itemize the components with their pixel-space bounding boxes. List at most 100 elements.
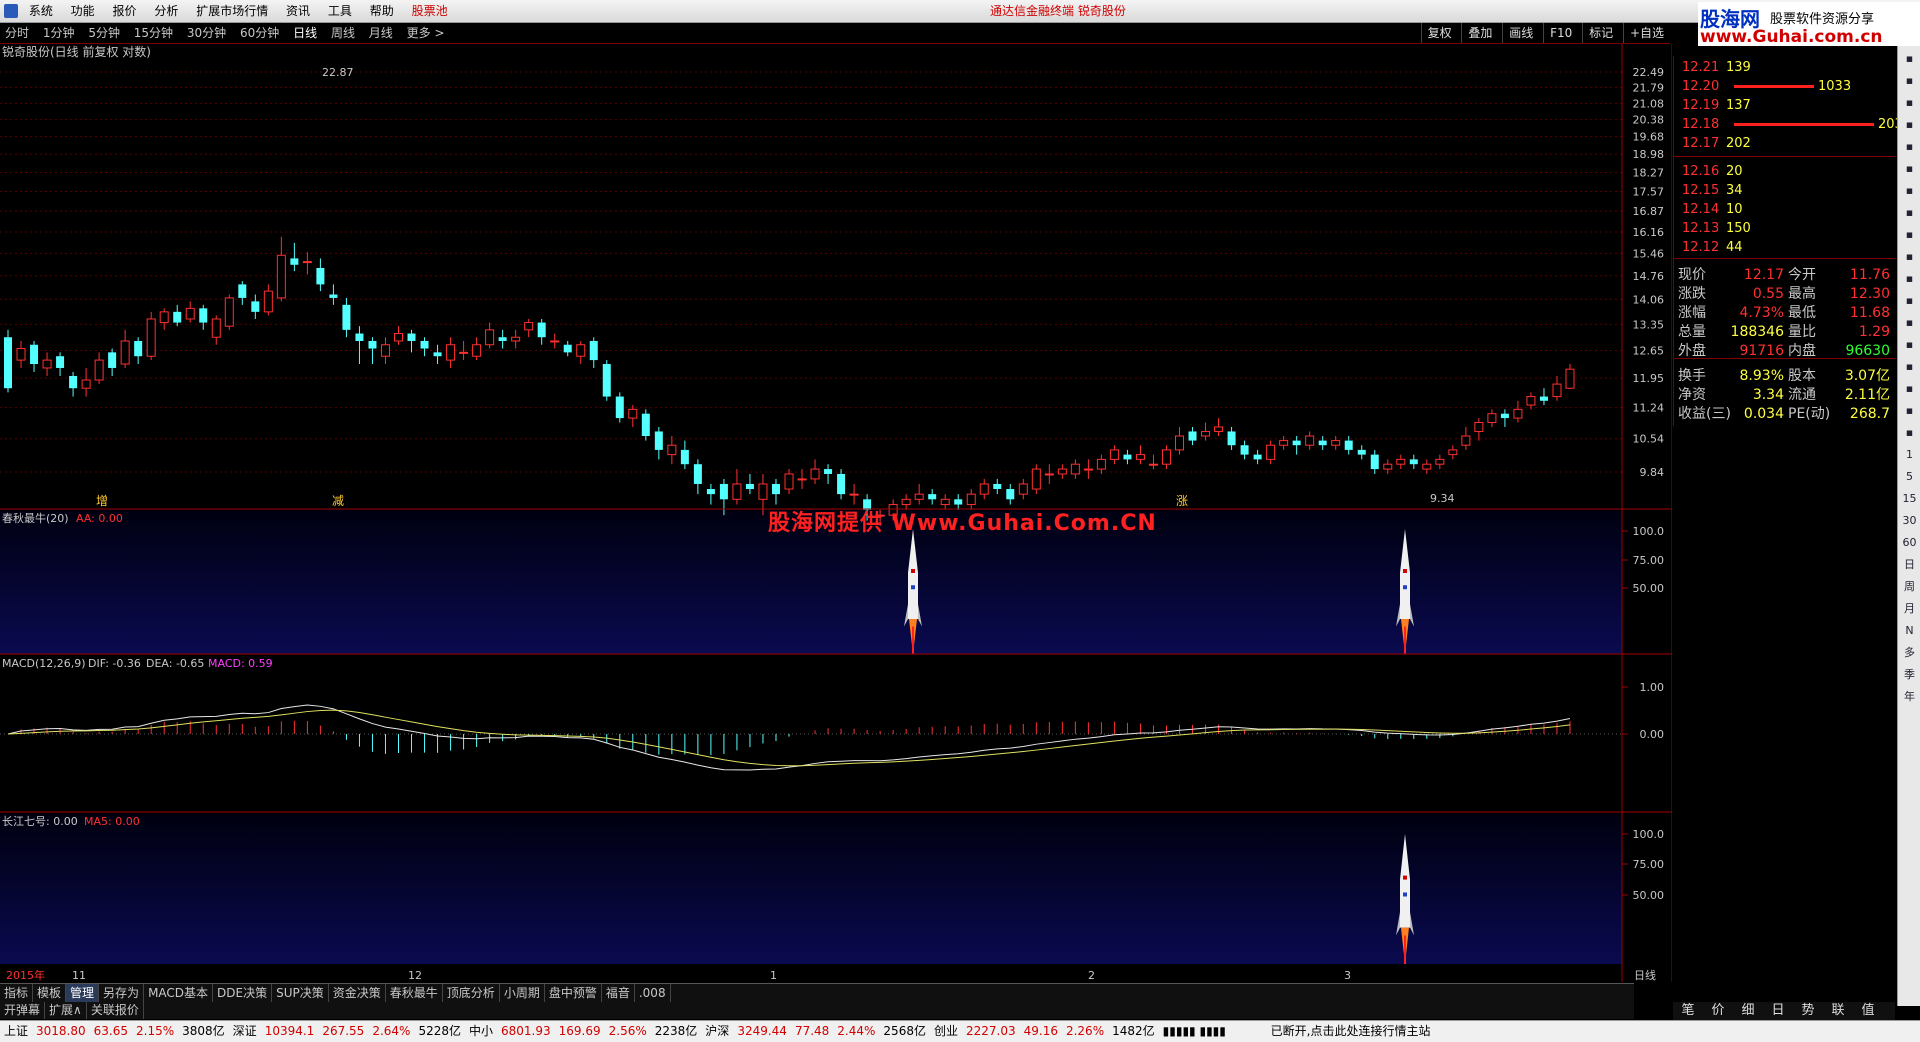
indicator-tick: 100.0: [1633, 525, 1665, 538]
indicator-tab[interactable]: 小周期: [500, 984, 545, 1002]
volume-icon[interactable]: ▪: [1900, 335, 1919, 354]
quote-tab[interactable]: 细: [1733, 1002, 1763, 1020]
extra-tab[interactable]: 开弹幕: [0, 1002, 46, 1019]
period-shortcut-button[interactable]: 多: [1900, 643, 1919, 662]
quote-tab[interactable]: 联: [1823, 1002, 1853, 1020]
period-shortcut-button[interactable]: 月: [1900, 599, 1919, 618]
draw-button[interactable]: 画线: [1502, 23, 1539, 43]
list-icon[interactable]: ▪: [1900, 115, 1919, 134]
indicator-tab[interactable]: SUP决策: [272, 984, 329, 1002]
period-1min[interactable]: 1分钟: [38, 23, 80, 43]
menu-item-news[interactable]: 资讯: [279, 0, 317, 22]
indicator-tab[interactable]: .008: [635, 984, 671, 1002]
menu-item-function[interactable]: 功能: [64, 0, 102, 22]
period-more[interactable]: 更多 >: [402, 23, 450, 43]
bid-volume: 150: [1726, 221, 1751, 236]
menu-item-tools[interactable]: 工具: [321, 0, 359, 22]
menu-item-help[interactable]: 帮助: [363, 0, 401, 22]
star-icon[interactable]: ▪: [1900, 313, 1919, 332]
grid-icon[interactable]: ▪: [1900, 137, 1919, 156]
indicator-tab[interactable]: 指标: [0, 984, 34, 1002]
stat-row: 涨跌 0.55 最高 12.30: [1674, 285, 1896, 304]
index-name[interactable]: 沪深: [701, 1021, 733, 1042]
period-shortcut-button[interactable]: 年: [1900, 687, 1919, 706]
bars-icon[interactable]: ▪: [1900, 181, 1919, 200]
stat-value: 4.73%: [1739, 305, 1784, 321]
stat-value: 3.34: [1752, 387, 1784, 403]
quote-tab[interactable]: 价: [1703, 1002, 1733, 1020]
period-shortcut-button[interactable]: 30: [1900, 511, 1919, 530]
period-shortcut-button[interactable]: 周: [1900, 577, 1919, 596]
period-30min[interactable]: 30分钟: [182, 23, 231, 43]
down-icon[interactable]: ▪: [1900, 93, 1919, 112]
indicator-tab[interactable]: 春秋最牛: [386, 984, 443, 1002]
divider: [1674, 156, 1896, 157]
stat-label: 净资: [1678, 387, 1706, 403]
period-15min[interactable]: 15分钟: [129, 23, 178, 43]
adjust-button[interactable]: 复权: [1420, 23, 1458, 43]
quote-tab[interactable]: 值: [1853, 1002, 1883, 1020]
index-name[interactable]: 中小: [465, 1021, 497, 1042]
back-icon[interactable]: ▪: [1900, 49, 1919, 68]
extra-tab[interactable]: 扩展∧: [45, 1002, 87, 1019]
period-shortcut-button[interactable]: N: [1900, 621, 1919, 640]
indicator-tab[interactable]: 资金决策: [329, 984, 386, 1002]
table-icon[interactable]: ▪: [1900, 203, 1919, 222]
x-tick: 1: [770, 969, 777, 982]
indicator-tab[interactable]: 管理: [66, 984, 100, 1002]
period-5min[interactable]: 5分钟: [83, 23, 125, 43]
add-watchlist-button[interactable]: +自选: [1622, 23, 1670, 43]
pen-icon[interactable]: ▪: [1900, 423, 1919, 442]
f10-button[interactable]: F10: [1543, 23, 1578, 43]
period-shortcut-button[interactable]: 日: [1900, 555, 1919, 574]
move-icon[interactable]: ▪: [1900, 401, 1919, 420]
menu-item-ext-market[interactable]: 扩展市场行情: [189, 0, 275, 22]
search-icon[interactable]: ▪: [1900, 291, 1919, 310]
period-intraday[interactable]: 分时: [0, 23, 34, 43]
menu-item-system[interactable]: 系统: [22, 0, 60, 22]
extra-tab[interactable]: 关联报价: [87, 1002, 144, 1019]
f10-icon[interactable]: ▪: [1900, 269, 1919, 288]
indicator-tab[interactable]: MACD基本: [144, 984, 214, 1002]
indicator-tab[interactable]: 福音: [602, 984, 635, 1002]
stat-row: 外盘 91716 内盘 96630: [1674, 342, 1896, 361]
index-name[interactable]: 上证: [0, 1021, 32, 1042]
period-daily[interactable]: 日线: [288, 23, 322, 43]
indicator-tab[interactable]: 模板: [33, 984, 67, 1002]
overlay-button[interactable]: 叠加: [1461, 23, 1498, 43]
quote-tab[interactable]: 日: [1763, 1002, 1793, 1020]
stat-value: 0.55: [1752, 286, 1784, 302]
menu-item-analysis[interactable]: 分析: [147, 0, 185, 22]
connection-status[interactable]: 已断开,点击此处连接行情主站: [1267, 1021, 1435, 1042]
period-shortcut-button[interactable]: 15: [1900, 489, 1919, 508]
period-weekly[interactable]: 周线: [326, 23, 360, 43]
forward-icon[interactable]: ▪: [1900, 71, 1919, 90]
panel3-bg: [0, 814, 1622, 964]
indicator-tab[interactable]: 盘中预警: [545, 984, 602, 1002]
period-shortcut-button[interactable]: 60: [1900, 533, 1919, 552]
quote-tab[interactable]: 笔: [1673, 1002, 1703, 1020]
ask-price: 12.19: [1682, 98, 1720, 113]
info-icon[interactable]: ▪: [1900, 225, 1919, 244]
indicator-tab[interactable]: 顶底分析: [443, 984, 500, 1002]
rsi-icon[interactable]: ▪: [1900, 357, 1919, 376]
menu-item-quote[interactable]: 报价: [106, 0, 144, 22]
period-shortcut-button[interactable]: 1: [1900, 445, 1919, 464]
price-tick: 16.87: [1633, 205, 1665, 218]
index-percent: 2.26%: [1065, 1024, 1105, 1038]
window-icon[interactable]: ▪: [1900, 247, 1919, 266]
period-monthly[interactable]: 月线: [364, 23, 398, 43]
period-shortcut-button[interactable]: 季: [1900, 665, 1919, 684]
indicator-tab[interactable]: 另存为: [99, 984, 145, 1002]
quote-tab[interactable]: 势: [1793, 1002, 1823, 1020]
mark-button[interactable]: 标记: [1582, 23, 1619, 43]
index-name[interactable]: 创业: [930, 1021, 962, 1042]
period-60min[interactable]: 60分钟: [235, 23, 284, 43]
price-tick: 17.57: [1633, 185, 1665, 198]
period-shortcut-button[interactable]: 5: [1900, 467, 1919, 486]
chart-icon[interactable]: ▪: [1900, 159, 1919, 178]
indicator-tab[interactable]: DDE决策: [213, 984, 273, 1002]
money-icon[interactable]: ▪: [1900, 379, 1919, 398]
index-name[interactable]: 深证: [229, 1021, 261, 1042]
menu-item-stock-pool[interactable]: 股票池: [405, 0, 455, 22]
